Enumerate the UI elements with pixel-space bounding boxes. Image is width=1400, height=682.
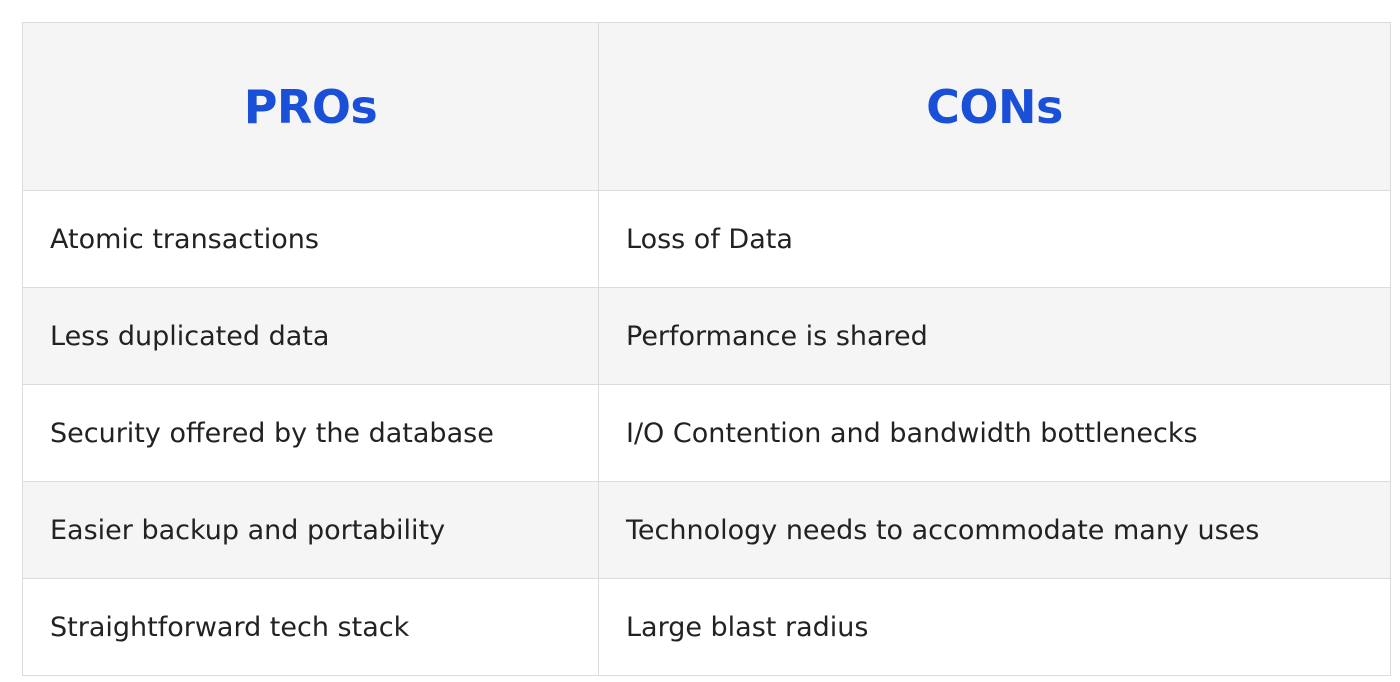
- pro-cell: Straightforward tech stack: [22, 578, 599, 676]
- header-row: PROs CONs: [22, 22, 1391, 191]
- con-cell: Performance is shared: [598, 287, 1391, 385]
- pro-cell: Less duplicated data: [22, 287, 599, 385]
- pros-cons-table-container: PROs CONs Atomic transactions Loss of Da…: [22, 22, 1391, 676]
- con-cell: Large blast radius: [598, 578, 1391, 676]
- table-row: Straightforward tech stack Large blast r…: [22, 578, 1391, 676]
- table-row: Easier backup and portability Technology…: [22, 481, 1391, 579]
- con-cell: I/O Contention and bandwidth bottlenecks: [598, 384, 1391, 482]
- cons-header: CONs: [598, 22, 1391, 191]
- pros-cons-table: PROs CONs Atomic transactions Loss of Da…: [22, 22, 1391, 676]
- pros-header: PROs: [22, 22, 599, 191]
- con-cell: Loss of Data: [598, 190, 1391, 288]
- con-cell: Technology needs to accommodate many use…: [598, 481, 1391, 579]
- pro-cell: Security offered by the database: [22, 384, 599, 482]
- pro-cell: Atomic transactions: [22, 190, 599, 288]
- table-row: Atomic transactions Loss of Data: [22, 190, 1391, 288]
- table-row: Security offered by the database I/O Con…: [22, 384, 1391, 482]
- pro-cell: Easier backup and portability: [22, 481, 599, 579]
- table-row: Less duplicated data Performance is shar…: [22, 287, 1391, 385]
- table-header: PROs CONs: [22, 22, 1391, 191]
- table-body: Atomic transactions Loss of Data Less du…: [22, 190, 1391, 676]
